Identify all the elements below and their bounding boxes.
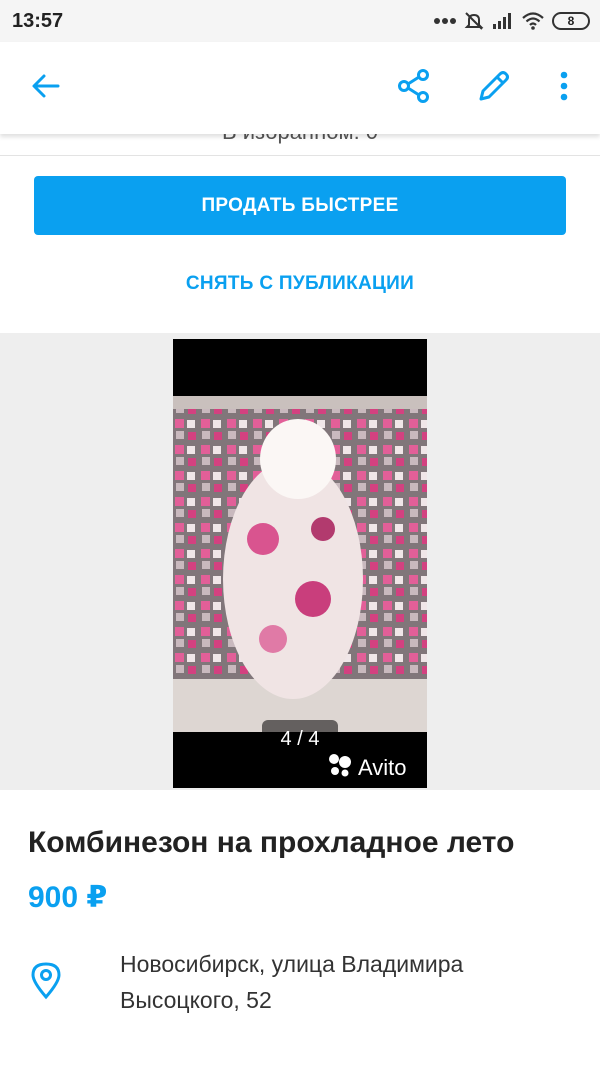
photo-counter: 4 / 4 xyxy=(262,720,338,758)
battery-icon: 8 xyxy=(552,12,590,30)
signal-icon xyxy=(492,12,514,30)
pencil-icon xyxy=(476,68,512,109)
battery-level: 8 xyxy=(567,14,575,28)
listing-address[interactable]: Новосибирск, улица Владимира Высоцкого, … xyxy=(120,946,560,1018)
share-button[interactable] xyxy=(396,68,432,109)
back-button[interactable] xyxy=(28,70,64,106)
toolbar xyxy=(0,42,600,134)
status-icons: 8 xyxy=(434,11,590,31)
address-line-2: Высоцкого, 52 xyxy=(120,987,272,1013)
location-pin-icon xyxy=(28,960,64,1000)
unpublish-button[interactable]: СНЯТЬ С ПУБЛИКАЦИИ xyxy=(0,262,600,306)
arrow-left-icon xyxy=(30,70,62,107)
watermark-text: Avito xyxy=(358,755,407,780)
more-vertical-icon xyxy=(559,70,569,107)
avito-logo-icon xyxy=(328,753,354,783)
status-bar: 13:57 8 xyxy=(0,0,600,42)
mute-bell-icon xyxy=(464,11,484,31)
photo-gallery[interactable]: 4 / 4 Avito xyxy=(0,333,600,790)
share-icon xyxy=(396,68,432,109)
edit-button[interactable] xyxy=(476,70,512,106)
listing-price: 900 ₽ xyxy=(28,881,108,914)
avito-watermark: Avito xyxy=(328,753,407,783)
sell-faster-button[interactable]: ПРОДАТЬ БЫСТРЕЕ xyxy=(34,176,566,235)
more-button[interactable] xyxy=(546,70,582,106)
address-line-1: Новосибирск, улица Владимира xyxy=(120,951,464,977)
notification-dots-icon xyxy=(434,17,456,25)
listing-title: Комбинезон на прохладное лето xyxy=(28,826,515,859)
divider xyxy=(0,155,600,156)
wifi-icon xyxy=(522,12,544,30)
status-time: 13:57 xyxy=(12,9,64,32)
